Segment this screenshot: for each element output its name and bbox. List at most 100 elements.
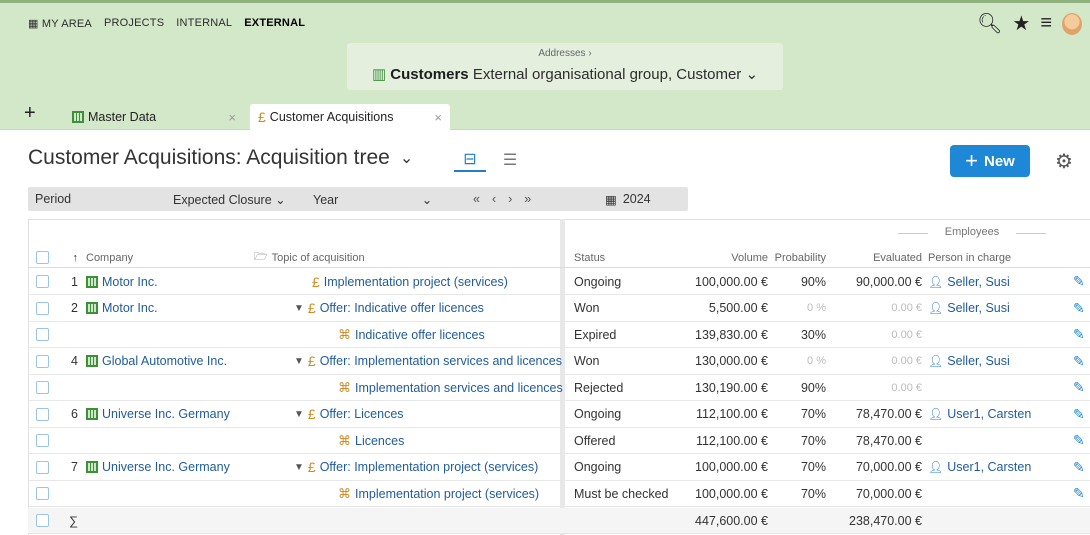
volume-cell: 100,000.00 €	[695, 460, 768, 474]
edit-icon[interactable]: ✎	[1073, 322, 1089, 347]
avatar[interactable]	[1062, 12, 1082, 35]
edit-icon[interactable]: ✎	[1073, 375, 1089, 400]
topic-link[interactable]: ▼ £ Offer: Indicative offer licences	[254, 296, 586, 321]
address-context[interactable]: Addresses › ▥ Customers External organis…	[347, 43, 783, 90]
add-tab-button[interactable]: +	[24, 102, 36, 125]
collapse-triangle-icon[interactable]: ▼	[294, 303, 304, 314]
person-icon: 👤︎	[928, 407, 944, 421]
person-link[interactable]: 👤︎ Seller, Susi	[928, 296, 1068, 321]
col-topic[interactable]: 🗁 Topic of acquisition	[254, 248, 586, 267]
search-icon[interactable]: 🔍︎	[977, 11, 1002, 36]
volume-cell: 100,000.00 €	[695, 486, 768, 501]
next-period-icon[interactable]: ›	[508, 192, 512, 206]
row-checkbox[interactable]	[36, 460, 49, 474]
row-checkbox[interactable]	[36, 514, 49, 527]
table-row[interactable]: 2 Motor Inc. ▼ £ Offer: Indicative offer l…	[28, 296, 1090, 322]
col-status[interactable]: Status	[574, 248, 684, 267]
page-title[interactable]: Customer Acquisitions: Acquisition tree …	[28, 146, 413, 170]
select-all-checkbox[interactable]	[36, 251, 49, 264]
row-checkbox[interactable]	[36, 407, 49, 421]
prev-period-icon[interactable]: ‹	[492, 192, 496, 206]
edit-icon[interactable]: ✎	[1073, 481, 1089, 506]
tab-master-data[interactable]: Master Data ×	[64, 104, 244, 130]
status-cell: Ongoing	[574, 274, 622, 289]
edit-icon[interactable]: ✎	[1073, 296, 1089, 321]
collapse-triangle-icon[interactable]: ▼	[294, 409, 304, 420]
topic-link[interactable]: ▼ £ Offer: Licences	[254, 402, 586, 427]
edit-icon[interactable]: ✎	[1073, 455, 1089, 480]
edit-icon[interactable]: ✎	[1073, 349, 1089, 374]
col-person[interactable]: Person in charge	[928, 248, 1068, 267]
table-row[interactable]: ⌘ Implementation services and licences Re…	[28, 375, 1090, 401]
date-picker[interactable]: ▦ 2024	[605, 192, 651, 207]
menu-icon[interactable]: ≡	[1040, 12, 1052, 35]
last-period-icon[interactable]: »	[524, 192, 531, 206]
row-checkbox[interactable]	[36, 434, 49, 447]
close-icon[interactable]: ×	[228, 110, 236, 125]
company-link[interactable]: Motor Inc.	[86, 269, 256, 294]
col-volume[interactable]: Volume	[678, 248, 768, 267]
edit-icon[interactable]: ✎	[1073, 402, 1089, 427]
table-row[interactable]: ⌘ Indicative offer licences Expired 139,8…	[28, 322, 1090, 348]
table-row[interactable]: ⌘ Licences Offered 112,100.00 € 70% 78,47…	[28, 428, 1090, 454]
first-period-icon[interactable]: «	[473, 192, 480, 206]
topic-link[interactable]: ▼ £ Offer: Implementation services and lic…	[254, 349, 586, 374]
edit-icon[interactable]: ✎	[1073, 428, 1089, 453]
table-row[interactable]: ⌘ Implementation project (services) Must …	[28, 481, 1090, 507]
chevron-down-icon: ⌄	[399, 150, 414, 167]
topic-link[interactable]: ▼ £ Offer: Implementation project (service…	[254, 455, 586, 480]
topic-link[interactable]: £ Implementation project (services)	[254, 269, 586, 294]
nav-internal[interactable]: INTERNAL	[176, 17, 232, 30]
tab-customer-acquisitions[interactable]: £ Customer Acquisitions ×	[250, 104, 450, 130]
row-number: 4	[71, 354, 78, 368]
settings-sliders-icon[interactable]: ⚙	[1055, 149, 1073, 174]
topic-link[interactable]: ⌘ Implementation project (services)	[254, 481, 586, 506]
company-link[interactable]: Universe Inc. Germany	[86, 455, 256, 480]
topic-link[interactable]: ⌘ Indicative offer licences	[254, 322, 586, 347]
nav-my-area[interactable]: ▦ MY AREA	[28, 17, 92, 30]
probability-cell: 0 %	[807, 355, 826, 367]
expected-closure-select[interactable]: Expected Closure ⌄	[173, 192, 313, 207]
row-number	[60, 428, 78, 453]
table-row[interactable]: 1 Motor Inc. £ Implementation project (se…	[28, 269, 1090, 295]
row-checkbox[interactable]	[36, 328, 49, 341]
row-checkbox[interactable]	[36, 487, 49, 500]
person-link[interactable]: 👤︎ User1, Carsten	[928, 455, 1068, 480]
breadcrumb[interactable]: Addresses ›	[347, 48, 783, 59]
context-title[interactable]: ▥ Customers External organisational grou…	[347, 65, 783, 83]
col-company[interactable]: Company	[86, 248, 256, 267]
close-icon[interactable]: ×	[434, 110, 442, 125]
volume-cell: 5,500.00 €	[708, 301, 768, 315]
row-checkbox[interactable]	[36, 301, 49, 315]
row-checkbox[interactable]	[36, 275, 49, 288]
company-link[interactable]: Global Automotive Inc.	[86, 349, 256, 374]
row-checkbox[interactable]	[36, 381, 49, 394]
company-link[interactable]: Motor Inc.	[86, 296, 256, 321]
star-icon[interactable]: ★	[1012, 11, 1030, 36]
person-link[interactable]: 👤︎ User1, Carsten	[928, 402, 1068, 427]
col-probability[interactable]: Probability	[768, 248, 826, 267]
sort-arrow-icon[interactable]: ↑	[60, 248, 79, 267]
person-link[interactable]: 👤︎ Seller, Susi	[928, 269, 1068, 294]
topic-link[interactable]: ⌘ Implementation services and licences	[254, 375, 586, 400]
person-link[interactable]: 👤︎ Seller, Susi	[928, 349, 1068, 374]
nav-external[interactable]: EXTERNAL	[244, 17, 305, 30]
topic-link[interactable]: ⌘ Licences	[254, 428, 586, 453]
company-link	[86, 322, 256, 347]
new-button[interactable]: + New	[950, 145, 1030, 177]
person-link	[928, 481, 1068, 506]
col-evaluated[interactable]: Evaluated	[828, 248, 922, 267]
row-checkbox[interactable]	[36, 354, 49, 368]
list-view-icon[interactable]: ☰	[494, 148, 526, 172]
nav-projects[interactable]: PROJECTS	[104, 17, 164, 30]
table-row[interactable]: 7 Universe Inc. Germany ▼ £ Offer: Impleme…	[28, 455, 1090, 481]
table-row[interactable]: 4 Global Automotive Inc. ▼ £ Offer: Implem…	[28, 349, 1090, 375]
year-select[interactable]: Year ⌄	[313, 192, 473, 207]
company-link[interactable]: Universe Inc. Germany	[86, 402, 256, 427]
tree-view-icon[interactable]: ⊟	[454, 148, 486, 172]
collapse-triangle-icon[interactable]: ▼	[294, 356, 304, 367]
table-row[interactable]: 6 Universe Inc. Germany ▼ £ Offer: Licence…	[28, 402, 1090, 428]
person-icon: 👤︎	[928, 301, 944, 315]
collapse-triangle-icon[interactable]: ▼	[294, 462, 304, 473]
edit-icon[interactable]: ✎	[1073, 269, 1089, 294]
